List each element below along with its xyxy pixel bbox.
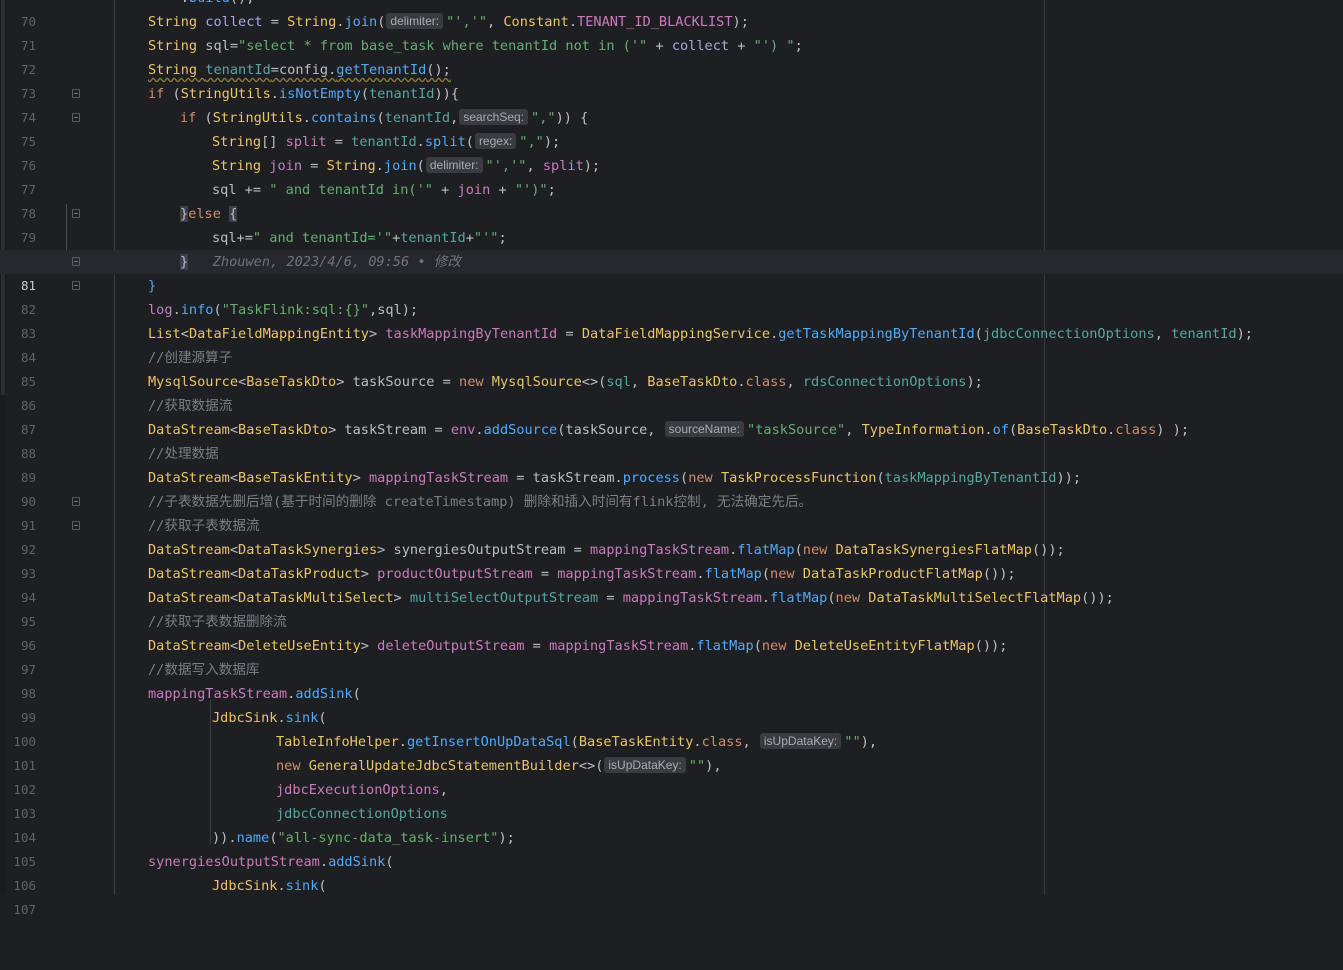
fold-icon[interactable] (72, 113, 80, 122)
code-text: String join = String.join(delimiter: "','… (212, 157, 601, 174)
code-line-92[interactable]: 92 //获取子表数据流 (0, 514, 1343, 557)
fold-icon[interactable] (72, 257, 80, 266)
code-comment: //数据写入数据库 (148, 662, 260, 678)
code-editor[interactable]: 70 .build(); 71 String collect = String.… (0, 0, 1343, 917)
parameter-hint: sourceName: (664, 421, 745, 437)
fold-icon[interactable] (72, 521, 80, 530)
code-text: mappingTaskStream.addSink( (148, 686, 361, 702)
code-comment: //获取数据流 (148, 398, 233, 414)
code-comment: //创建源算子 (148, 350, 233, 366)
code-text: DataStream<DataTaskProduct> productOutpu… (148, 566, 1016, 582)
code-line-89[interactable]: 89 //处理数据 (0, 442, 1343, 485)
code-text: synergiesOutputStream.addSink( (148, 854, 394, 870)
code-line-100[interactable]: 100 JdbcSink.sink( (0, 706, 1343, 749)
code-line-81[interactable]: 81 } Zhouwen, 2023/4/6, 09:56 • 修改 (0, 250, 1343, 293)
code-line-75[interactable]: 75 if (StringUtils.contains(tenantId, sea… (0, 106, 1343, 149)
code-text: String[] split = tenantId.split(regex: ",… (212, 133, 561, 150)
code-line-78[interactable]: 78 sql += " and tenantId in('" + join + … (0, 178, 1343, 221)
code-line-82[interactable]: 82 } (0, 274, 1343, 317)
code-text: DataStream<DataTaskSynergies> synergiesO… (148, 542, 1065, 558)
code-line-87[interactable]: 87 //获取数据流 (0, 394, 1343, 437)
code-comment: //处理数据 (148, 446, 219, 462)
git-blame-annotation[interactable]: Zhouwen, 2023/4/6, 09:56 • 修改 (213, 254, 461, 270)
code-line-107[interactable]: 107 JdbcSink.sink( (0, 874, 1343, 917)
code-line-76[interactable]: 76 String[] split = tenantId.split(regex… (0, 130, 1343, 173)
code-text: } Zhouwen, 2023/4/6, 09:56 • 修改 (180, 254, 461, 270)
code-line-70[interactable]: 70 .build(); (0, 0, 1343, 29)
code-line-105[interactable]: 105 )).name("all-sync-data_task-insert")… (0, 826, 1343, 869)
code-text: DataStream<BaseTaskDto> taskStream = env… (148, 421, 1190, 438)
code-comment: //获取子表数据删除流 (148, 614, 287, 630)
code-text: JdbcSink.sink( (212, 878, 327, 894)
code-line-73[interactable]: 73 String tenantId=config.getTenantId(); (0, 58, 1343, 101)
code-text: DataStream<DataTaskMultiSelect> multiSel… (148, 590, 1114, 606)
code-line-77[interactable]: 77 String join = String.join(delimiter: "… (0, 154, 1343, 197)
code-comment: //获取子表数据流 (148, 518, 260, 534)
code-line-85[interactable]: 85 //创建源算子 (0, 346, 1343, 389)
code-text: sql+=" and tenantId='"+tenantId+"'"; (212, 230, 507, 246)
code-line-86[interactable]: 86 MysqlSource<BaseTaskDto> taskSource =… (0, 370, 1343, 413)
fold-icon[interactable] (72, 89, 80, 98)
fold-icon[interactable] (72, 209, 80, 218)
code-line-90[interactable]: 90 DataStream<BaseTaskEntity> mappingTas… (0, 466, 1343, 509)
code-line-99[interactable]: 99 mappingTaskStream.addSink( (0, 682, 1343, 725)
code-line-80[interactable]: 80 sql+=" and tenantId='"+tenantId+"'"; (0, 226, 1343, 269)
code-text: DataStream<BaseTaskEntity> mappingTaskSt… (148, 470, 1082, 486)
code-line-88[interactable]: 88 DataStream<BaseTaskDto> taskStream = … (0, 418, 1343, 461)
code-comment: //子表数据先删后增(基于时间的删除 createTimestamp) 删除和插… (148, 494, 813, 510)
code-line-102[interactable]: 102 new GeneralUpdateJdbcStatementBuilde… (0, 754, 1343, 797)
code-line-72[interactable]: 72 String sql="select * from base_task w… (0, 34, 1343, 77)
code-line-74[interactable]: 74 if (StringUtils.isNotEmpty(tenantId))… (0, 82, 1343, 125)
code-text: sql += " and tenantId in('" + join + "')… (212, 182, 556, 198)
code-line-97[interactable]: 97 DataStream<DeleteUseEntity> deleteOut… (0, 634, 1343, 677)
code-text: List<DataFieldMappingEntity> taskMapping… (148, 326, 1253, 342)
parameter-hint: isUpDataKey: (759, 733, 842, 749)
parameter-hint: delimiter: (425, 157, 483, 173)
code-text: jdbcConnectionOptions (276, 806, 448, 822)
code-text: .build(); (148, 0, 255, 10)
code-line-71[interactable]: 71 String collect = String.join(delimite… (0, 10, 1343, 53)
code-line-103[interactable]: 103 jdbcExecutionOptions, (0, 778, 1343, 821)
code-line-101[interactable]: 101 TableInfoHelper.getInsertOnUpDataSql… (0, 730, 1343, 773)
parameter-hint: regex: (474, 133, 517, 149)
code-text: }else { (180, 206, 238, 222)
code-line-93[interactable]: 93 DataStream<DataTaskSynergies> synergi… (0, 538, 1343, 581)
code-line-104[interactable]: 104 jdbcConnectionOptions (0, 802, 1343, 845)
code-text: String sql="select * from base_task wher… (148, 38, 803, 54)
code-line-98[interactable]: 98 //数据写入数据库 (0, 658, 1343, 701)
code-text: MysqlSource<BaseTaskDto> taskSource = ne… (148, 374, 983, 390)
code-text: if (StringUtils.contains(tenantId, search… (180, 109, 589, 126)
parameter-hint: isUpDataKey: (604, 757, 686, 773)
code-line-96[interactable]: 96 //获取子表数据删除流 (0, 610, 1343, 653)
code-line-83[interactable]: 83 log.info("TaskFlink:sql:{}",sql); (0, 298, 1343, 341)
code-text: String tenantId=config.getTenantId(); (148, 62, 451, 78)
fold-icon[interactable] (72, 281, 80, 290)
code-text: JdbcSink.sink( (212, 710, 327, 726)
code-text: DataStream<DeleteUseEntity> deleteOutput… (148, 638, 1008, 654)
fold-icon[interactable] (72, 497, 80, 506)
parameter-hint: searchSeq: (459, 109, 529, 125)
code-line-91[interactable]: 91 //子表数据先删后增(基于时间的删除 createTimestamp) 删… (0, 490, 1343, 533)
code-text: } (148, 278, 157, 294)
line-number: 107 (13, 902, 36, 917)
parameter-hint: delimiter: (386, 13, 444, 29)
code-text: if (StringUtils.isNotEmpty(tenantId)){ (148, 86, 460, 102)
code-line-79[interactable]: 79 }else { (0, 202, 1343, 245)
code-line-84[interactable]: 84 List<DataFieldMappingEntity> taskMapp… (0, 322, 1343, 365)
code-text: TableInfoHelper.getInsertOnUpDataSql(Bas… (276, 733, 878, 750)
code-text: )).name("all-sync-data_task-insert"); (212, 830, 515, 846)
code-text: String collect = String.join(delimiter: "… (148, 13, 749, 30)
code-line-106[interactable]: 106 synergiesOutputStream.addSink( (0, 850, 1343, 893)
code-line-95[interactable]: 95 DataStream<DataTaskMultiSelect> multi… (0, 586, 1343, 629)
code-line-94[interactable]: 94 DataStream<DataTaskProduct> productOu… (0, 562, 1343, 605)
code-text: new GeneralUpdateJdbcStatementBuilder<>(… (276, 757, 722, 774)
code-text: jdbcExecutionOptions, (276, 782, 448, 798)
code-text: log.info("TaskFlink:sql:{}",sql); (148, 302, 419, 318)
